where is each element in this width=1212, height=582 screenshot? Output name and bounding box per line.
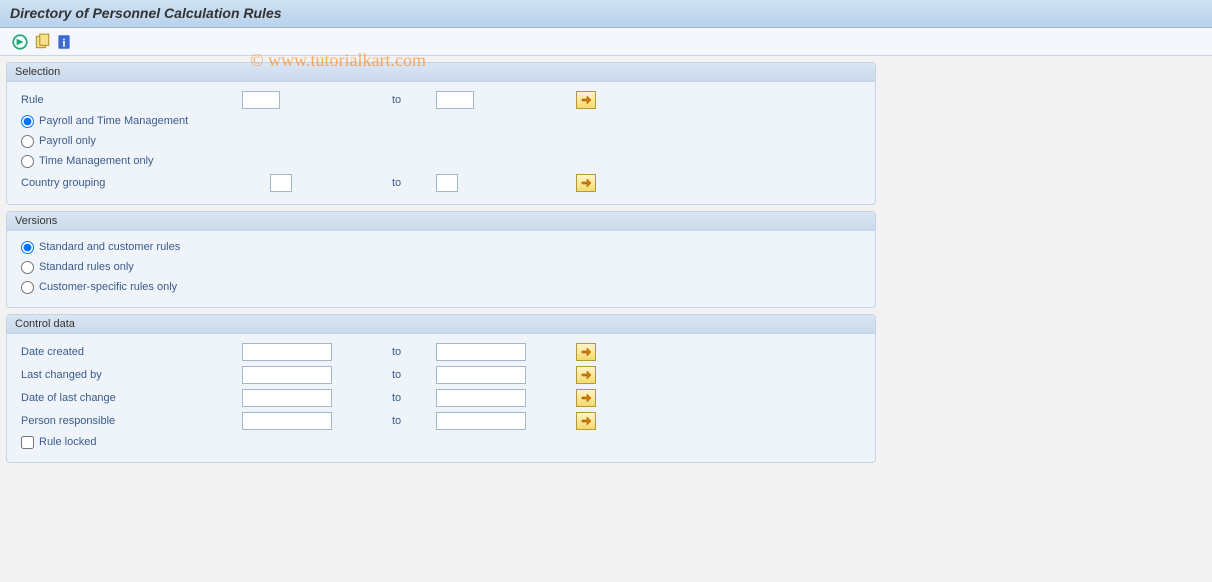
date-created-to-input[interactable] xyxy=(436,343,526,361)
toolbar: i xyxy=(0,28,1212,56)
country-grouping-multiple-selection-button[interactable] xyxy=(576,174,596,192)
time-only-radio[interactable] xyxy=(21,155,34,168)
person-responsible-from-input[interactable] xyxy=(242,412,332,430)
rule-to-input[interactable] xyxy=(436,91,474,109)
person-responsible-multi-button[interactable] xyxy=(576,412,596,430)
date-created-from-input[interactable] xyxy=(242,343,332,361)
date-created-multi-button[interactable] xyxy=(576,343,596,361)
country-grouping-label: Country grouping xyxy=(17,177,242,189)
standard-and-customer-label: Standard and customer rules xyxy=(39,241,180,253)
group-selection: Selection Rule to Payroll and Time Manag… xyxy=(6,62,876,205)
svg-text:i: i xyxy=(62,37,65,49)
standard-only-radio[interactable] xyxy=(21,261,34,274)
last-changed-by-label: Last changed by xyxy=(17,369,242,381)
rule-multiple-selection-button[interactable] xyxy=(576,91,596,109)
last-changed-by-from-input[interactable] xyxy=(242,366,332,384)
rule-to-label: to xyxy=(392,94,436,106)
customer-only-label: Customer-specific rules only xyxy=(39,281,177,293)
page-body: Selection Rule to Payroll and Time Manag… xyxy=(0,56,1212,475)
payroll-and-time-radio[interactable] xyxy=(21,115,34,128)
info-button[interactable]: i xyxy=(54,32,74,52)
payroll-only-radio[interactable] xyxy=(21,135,34,148)
person-responsible-to-input[interactable] xyxy=(436,412,526,430)
date-created-label: Date created xyxy=(17,346,242,358)
group-control-header: Control data xyxy=(7,315,875,334)
standard-only-label: Standard rules only xyxy=(39,261,134,273)
title-bar: Directory of Personnel Calculation Rules xyxy=(0,0,1212,28)
group-versions: Versions Standard and customer rules Sta… xyxy=(6,211,876,308)
rule-locked-checkbox[interactable] xyxy=(21,436,34,449)
group-versions-header: Versions xyxy=(7,212,875,231)
group-control-data: Control data Date created to Last change… xyxy=(6,314,876,463)
last-changed-by-to-input[interactable] xyxy=(436,366,526,384)
last-changed-by-multi-button[interactable] xyxy=(576,366,596,384)
date-last-change-to-label: to xyxy=(392,392,436,404)
payroll-and-time-label: Payroll and Time Management xyxy=(39,115,188,127)
country-grouping-to-input[interactable] xyxy=(436,174,458,192)
person-responsible-to-label: to xyxy=(392,415,436,427)
person-responsible-label: Person responsible xyxy=(17,415,242,427)
rule-locked-label: Rule locked xyxy=(39,436,96,448)
payroll-only-label: Payroll only xyxy=(39,135,96,147)
standard-and-customer-radio[interactable] xyxy=(21,241,34,254)
get-variant-button[interactable] xyxy=(32,32,52,52)
group-selection-header: Selection xyxy=(7,63,875,82)
time-only-label: Time Management only xyxy=(39,155,154,167)
execute-button[interactable] xyxy=(10,32,30,52)
date-created-to-label: to xyxy=(392,346,436,358)
rule-label: Rule xyxy=(17,94,242,106)
cg-to-label: to xyxy=(392,177,436,189)
country-grouping-from-input[interactable] xyxy=(270,174,292,192)
last-changed-by-to-label: to xyxy=(392,369,436,381)
date-last-change-multi-button[interactable] xyxy=(576,389,596,407)
page-title: Directory of Personnel Calculation Rules xyxy=(10,5,282,21)
rule-from-input[interactable] xyxy=(242,91,280,109)
customer-only-radio[interactable] xyxy=(21,281,34,294)
date-last-change-from-input[interactable] xyxy=(242,389,332,407)
date-last-change-label: Date of last change xyxy=(17,392,242,404)
date-last-change-to-input[interactable] xyxy=(436,389,526,407)
